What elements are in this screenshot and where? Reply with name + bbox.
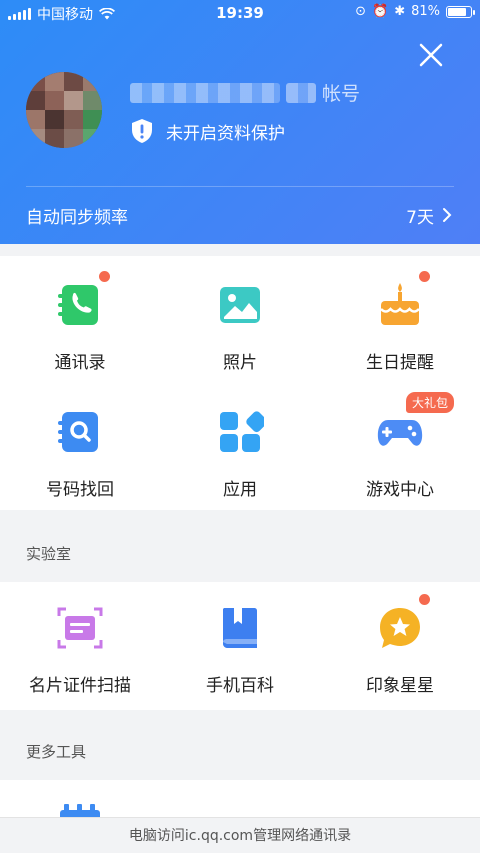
birthday-cake-icon <box>380 283 420 325</box>
game-center-item[interactable]: 大礼包 游戏中心 <box>320 392 480 500</box>
phone-wiki-label: 手机百科 <box>206 676 274 696</box>
sync-label: 自动同步频率 <box>26 207 128 228</box>
redacted-number <box>286 82 316 103</box>
star-bubble-icon <box>380 608 420 648</box>
lab-panel: 名片证件扫描 手机百科 印象星星 <box>0 582 480 710</box>
apps-item[interactable]: 应用 <box>160 408 320 500</box>
bluetooth-icon: ✱ <box>394 4 406 19</box>
card-scan-icon <box>57 607 103 649</box>
contacts-item[interactable]: 通讯录 <box>0 271 160 373</box>
contacts-notification-dot <box>99 271 110 282</box>
alarm-icon: ⏰ <box>372 4 389 19</box>
chevron-right-icon <box>443 208 452 222</box>
data-protection-row[interactable]: 未开启资料保护 <box>130 118 285 144</box>
status-right: ⊙ ⏰ ✱ 81% <box>355 4 475 19</box>
header-divider <box>26 186 454 187</box>
game-center-label: 游戏中心 <box>366 480 434 500</box>
contacts-icon <box>58 285 98 325</box>
status-bar: 中国移动 19:39 ⊙ ⏰ ✱ 81% <box>0 0 480 26</box>
number-recovery-item[interactable]: 号码找回 <box>0 408 160 500</box>
more-tools-section-title: 更多工具 <box>26 743 87 761</box>
gamepad-icon <box>377 420 423 446</box>
rotation-lock-icon: ⊙ <box>355 4 366 19</box>
impression-star-item[interactable]: 印象星星 <box>320 594 480 696</box>
close-icon[interactable] <box>416 40 446 70</box>
photos-label: 照片 <box>223 353 257 373</box>
number-recovery-label: 号码找回 <box>46 480 114 500</box>
sync-value: 7天 <box>406 207 434 228</box>
battery-icon <box>446 5 475 18</box>
battery-percent: 81% <box>411 4 440 19</box>
main-tools-panel: 通讯录 照片 生日提醒 号码找回 应用 大礼包 游戏中心 <box>0 256 480 510</box>
lab-section-title: 实验室 <box>26 545 72 563</box>
account-suffix: 帐号 <box>322 83 361 105</box>
account-name: 帐号 <box>130 79 360 106</box>
phone-wiki-item[interactable]: 手机百科 <box>160 604 320 696</box>
contacts-label: 通讯录 <box>54 353 106 373</box>
sync-value-group: 7天 <box>406 203 452 228</box>
apps-grid-icon <box>220 411 268 452</box>
more-tools-panel <box>0 780 480 820</box>
card-scan-item[interactable]: 名片证件扫描 <box>0 604 160 696</box>
book-icon <box>223 608 257 648</box>
card-scan-label: 名片证件扫描 <box>29 676 131 696</box>
birthday-label: 生日提醒 <box>366 353 434 373</box>
gift-pack-badge: 大礼包 <box>406 392 455 413</box>
photos-item[interactable]: 照片 <box>160 281 320 373</box>
star-notification-dot <box>419 594 430 605</box>
footer-hint: 电脑访问ic.qq.com管理网络通讯录 <box>0 817 480 853</box>
account-header: 中国移动 19:39 ⊙ ⏰ ✱ 81% 帐号 未开启资料保护 自动同步频率 7… <box>0 0 480 244</box>
impression-star-label: 印象星星 <box>366 676 434 696</box>
contact-search-icon <box>58 412 98 452</box>
birthday-notification-dot <box>419 271 430 282</box>
sync-frequency-row[interactable]: 自动同步频率 7天 <box>26 198 452 232</box>
avatar[interactable] <box>26 72 102 148</box>
apps-label: 应用 <box>223 480 257 500</box>
shield-icon <box>132 119 152 143</box>
photos-icon <box>220 287 260 323</box>
protection-status: 未开启资料保护 <box>166 123 285 144</box>
redacted-name <box>130 82 280 103</box>
birthday-reminder-item[interactable]: 生日提醒 <box>320 271 480 373</box>
